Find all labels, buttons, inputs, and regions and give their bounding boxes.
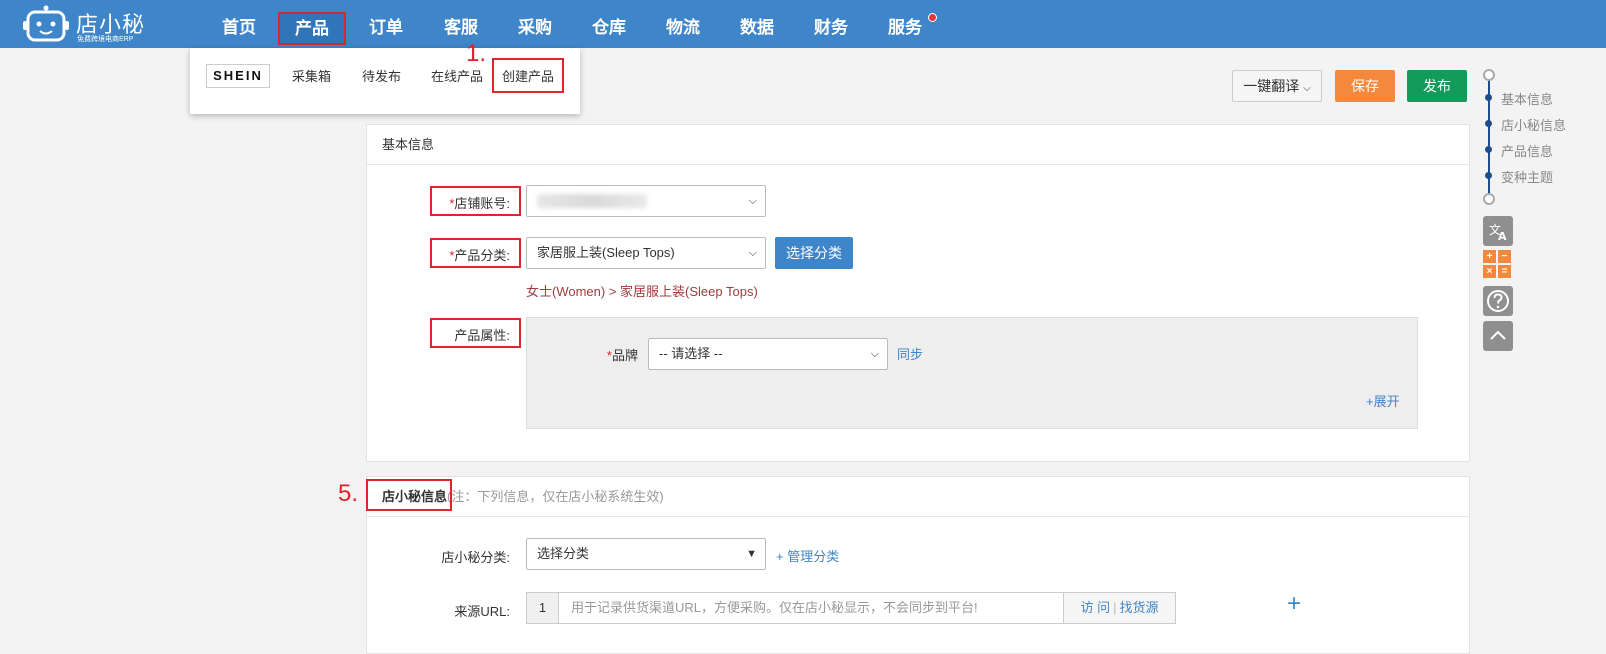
shop-account-text: 店铺账号:	[454, 196, 510, 211]
sidebar-end-circle	[1483, 193, 1495, 205]
blurred-account	[537, 194, 647, 208]
select-category-button[interactable]: 选择分类	[775, 237, 853, 269]
calc-equals: =	[1498, 265, 1511, 278]
category-text: 产品分类:	[454, 248, 510, 263]
basic-info-title: 基本信息	[367, 125, 1469, 165]
step-5-annotation: 5.	[338, 480, 359, 507]
menu-item-collect-box[interactable]: 采集箱	[292, 66, 331, 85]
dxm-category-label: 店小秘分类:	[441, 550, 510, 565]
shop-account-select[interactable]: ⌵	[526, 185, 766, 217]
manage-category-link[interactable]: + 管理分类	[776, 546, 839, 565]
publish-button[interactable]: 发布	[1407, 70, 1467, 102]
svg-text:A: A	[1498, 230, 1507, 243]
dxm-category-select[interactable]: 选择分类 ▼	[526, 538, 766, 570]
nav-services[interactable]: 服务	[872, 0, 938, 48]
calc-times: ×	[1483, 265, 1496, 278]
nav-finance[interactable]: 财务	[798, 0, 864, 48]
dxm-title-highlight	[366, 479, 452, 511]
help-icon	[1487, 290, 1509, 312]
menu-item-create-product[interactable]: 创建产品	[492, 58, 565, 93]
calc-plus: +	[1483, 250, 1496, 263]
chevron-up-icon	[1490, 330, 1506, 340]
source-url-input[interactable]: 用于记录供货渠道URL，方便采购。仅在店小秘显示，不会同步到平台!	[571, 593, 978, 623]
translate-tool[interactable]: 文 A	[1483, 216, 1513, 246]
brand-text: 品牌	[611, 348, 638, 363]
dxm-category-value: 选择分类	[537, 546, 590, 561]
dxm-info-note: (注：下列信息，仅在店小秘系统生效)	[447, 489, 664, 504]
chevron-down-icon: ⌵	[748, 195, 757, 207]
nav-purchase[interactable]: 采购	[502, 0, 568, 48]
translate-label: 一键翻译	[1243, 78, 1300, 94]
sidebar-dot	[1485, 172, 1492, 179]
sidebar-item-dxm-info[interactable]: 店小秘信息	[1501, 115, 1566, 134]
shop-account-label: *店铺账号:	[430, 193, 510, 212]
nav-products[interactable]: 产品	[278, 12, 346, 45]
category-value: 家居服上装(Sleep Tops)	[537, 245, 675, 260]
sidebar-dot	[1485, 120, 1492, 127]
sync-link[interactable]: 同步	[897, 344, 923, 363]
back-to-top-button[interactable]	[1483, 321, 1513, 351]
sidebar-dot	[1485, 94, 1492, 101]
find-source-link[interactable]: 找货源	[1120, 600, 1159, 615]
translate-button[interactable]: 一键翻译 ⌵	[1232, 70, 1322, 102]
sidebar-start-circle	[1483, 69, 1495, 81]
notification-dot	[928, 13, 937, 22]
top-navigation: 店小秘 免费跨境电商ERP 首页 产品 订单 客服 采购 仓库 物流 数据 财务…	[0, 0, 1606, 48]
chevron-down-icon: ⌵	[870, 348, 879, 360]
calc-minus: −	[1498, 250, 1511, 263]
url-actions: 访 问 | 找货源	[1063, 593, 1175, 623]
sidebar-item-variant-theme[interactable]: 变种主题	[1501, 167, 1553, 186]
add-url-button[interactable]: +	[1287, 590, 1301, 618]
expand-link[interactable]: +展开	[1366, 391, 1400, 410]
nav-logistics[interactable]: 物流	[650, 0, 716, 48]
category-breadcrumb: 女士(Women) > 家居服上装(Sleep Tops)	[526, 284, 758, 299]
source-url-field[interactable]: 1 用于记录供货渠道URL，方便采购。仅在店小秘显示，不会同步到平台! 访 问 |…	[526, 592, 1176, 624]
nav-home[interactable]: 首页	[206, 0, 272, 48]
step-1-annotation: 1.	[466, 40, 487, 67]
sidebar-item-product-info[interactable]: 产品信息	[1501, 141, 1553, 160]
source-url-label: 来源URL:	[454, 604, 510, 619]
logo-subtitle: 免费跨境电商ERP	[77, 36, 134, 43]
products-dropdown: SHEIN 采集箱 待发布 在线产品 创建产品	[190, 48, 580, 114]
calculator-icon[interactable]: + − × =	[1483, 250, 1513, 280]
dxm-info-header: 店小秘信息(注：下列信息，仅在店小秘系统生效)	[367, 477, 1469, 517]
logo[interactable]: 店小秘 免费跨境电商ERP	[22, 3, 152, 45]
product-attr-label: 产品属性:	[454, 328, 510, 343]
sidebar-item-basic-info[interactable]: 基本信息	[1501, 89, 1553, 108]
shein-logo[interactable]: SHEIN	[206, 64, 270, 88]
brand-placeholder: -- 请选择 --	[659, 346, 723, 361]
attributes-box	[526, 317, 1418, 429]
chevron-down-icon: ⌵	[748, 247, 757, 259]
category-label: *产品分类:	[430, 245, 510, 264]
help-tool[interactable]	[1483, 286, 1513, 316]
divider: |	[1113, 600, 1117, 615]
chevron-down-icon: ⌵	[1303, 83, 1311, 94]
save-button[interactable]: 保存	[1335, 70, 1395, 102]
sidebar-dot	[1485, 146, 1492, 153]
brand-select[interactable]: -- 请选择 -- ⌵	[648, 338, 888, 370]
caret-down-icon: ▼	[746, 548, 757, 560]
nav-data[interactable]: 数据	[724, 0, 790, 48]
menu-item-online-products[interactable]: 在线产品	[431, 66, 483, 85]
nav-orders[interactable]: 订单	[353, 0, 419, 48]
url-index: 1	[527, 593, 559, 623]
menu-item-pending[interactable]: 待发布	[362, 66, 401, 85]
visit-link[interactable]: 访 问	[1080, 600, 1110, 615]
nav-warehouse[interactable]: 仓库	[576, 0, 642, 48]
category-select[interactable]: 家居服上装(Sleep Tops) ⌵	[526, 237, 766, 269]
robot-logo-icon	[23, 5, 69, 42]
brand-label: *品牌	[590, 345, 638, 364]
translate-icon: 文 A	[1489, 222, 1507, 243]
